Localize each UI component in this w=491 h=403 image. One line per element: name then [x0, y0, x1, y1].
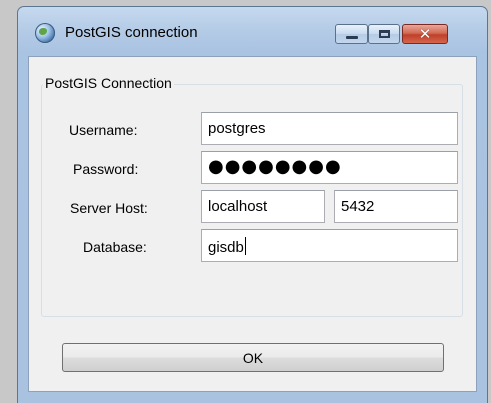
close-icon: ✕ [418, 24, 432, 43]
port-field[interactable]: 5432 [334, 190, 458, 223]
server-host-label: Server Host: [70, 200, 148, 216]
minimize-icon [345, 36, 358, 39]
maximize-icon [378, 30, 390, 38]
window-title: PostGIS connection [65, 24, 198, 41]
close-button[interactable]: ✕ [402, 24, 448, 44]
username-value: postgres [208, 120, 266, 137]
port-value: 5432 [341, 198, 375, 215]
database-field[interactable]: gisdb [201, 229, 458, 262]
dialog-window: PostGIS connection ✕ PostGIS Connection … [17, 6, 488, 403]
database-value: gisdb [208, 239, 244, 256]
server-host-field[interactable]: localhost [201, 190, 325, 223]
password-value: ●●●●●●●● [208, 156, 342, 177]
username-field[interactable]: postgres [201, 112, 458, 145]
text-cursor [244, 237, 246, 255]
username-label: Username: [69, 122, 138, 138]
ok-button-label: OK [242, 349, 264, 366]
dialog-content: PostGIS Connection Username: postgres Pa… [28, 56, 477, 392]
server-host-value: localhost [208, 198, 268, 215]
title-bar[interactable]: PostGIS connection ✕ [18, 7, 487, 57]
groupbox-title: PostGIS Connection [43, 75, 174, 91]
ok-button[interactable]: OK [62, 343, 444, 372]
password-field[interactable]: ●●●●●●●● [201, 151, 458, 184]
database-label: Database: [83, 239, 147, 255]
maximize-button[interactable] [368, 24, 400, 44]
password-label: Password: [73, 161, 139, 177]
globe-icon [35, 23, 55, 43]
minimize-button[interactable] [335, 24, 368, 44]
